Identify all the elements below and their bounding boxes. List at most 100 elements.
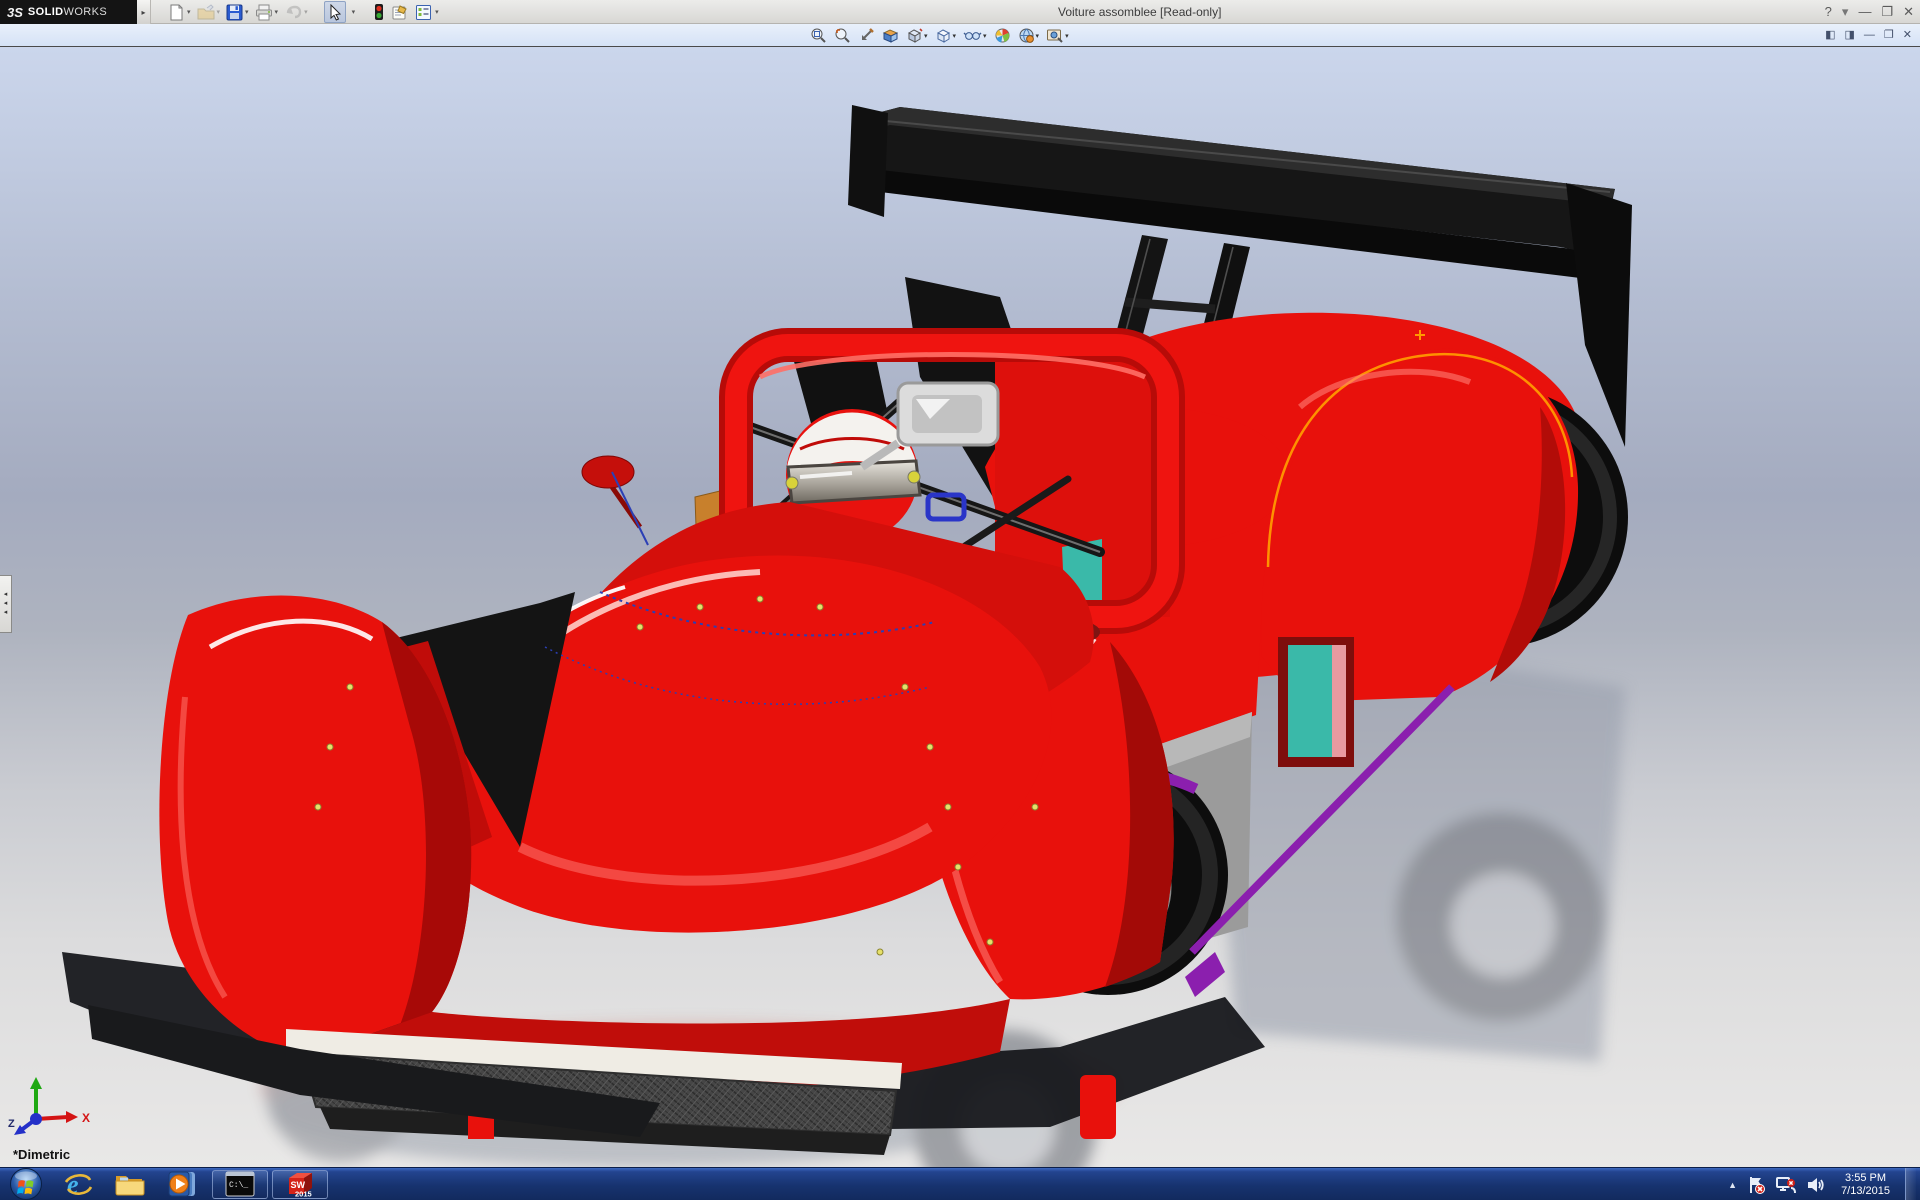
undo-button[interactable]: ▾ — [282, 1, 310, 23]
select-button[interactable] — [324, 1, 346, 23]
doc-close-button[interactable]: ✕ — [1903, 26, 1912, 44]
doc-restore-button[interactable]: ❐ — [1884, 26, 1894, 44]
view-orientation-label: *Dimetric — [13, 1147, 70, 1162]
wing-endplate-right[interactable] — [1566, 183, 1632, 447]
sw-year-badge: 2015 — [295, 1190, 312, 1199]
section-view-button[interactable] — [880, 26, 901, 45]
select-options-caret[interactable]: ▾ — [348, 1, 358, 23]
network-status-icon[interactable] — [1775, 1175, 1797, 1195]
section-view-icon — [882, 27, 899, 44]
taskbar-internet-explorer[interactable]: e — [52, 1168, 104, 1200]
doc-minimize-button[interactable]: — — [1864, 26, 1875, 44]
front-body[interactable] — [159, 502, 1093, 1092]
print-button[interactable]: ▾ — [253, 1, 281, 23]
left-side-mirror[interactable] — [582, 456, 640, 527]
start-button[interactable] — [0, 1168, 52, 1200]
logo-3ds-icon: 3S — [7, 5, 23, 20]
view-settings-caret[interactable]: ▾ — [1065, 32, 1069, 40]
save-button[interactable]: ▾ — [224, 1, 251, 23]
hide-show-caret[interactable]: ▾ — [983, 32, 987, 40]
show-desktop-button[interactable] — [1905, 1168, 1916, 1200]
open-folder-icon — [197, 4, 215, 21]
toolbar-flyout-arrow[interactable]: ▸ — [137, 0, 151, 24]
help-button[interactable]: ? — [1825, 0, 1832, 24]
edit-appearance-button[interactable] — [992, 26, 1013, 45]
graphics-viewport[interactable]: ◂ ◂ ◂ X Z *Dimetric — [0, 47, 1920, 1167]
display-style-caret[interactable]: ▾ — [953, 32, 957, 40]
view-orientation-button[interactable]: ▾ — [904, 26, 930, 45]
splitter-arrow-icon: ◂ — [4, 610, 8, 616]
new-caret[interactable]: ▾ — [187, 8, 191, 16]
undo-caret[interactable]: ▾ — [304, 8, 308, 16]
print-icon — [255, 4, 273, 21]
rebuild-stoplight-button[interactable] — [371, 1, 387, 23]
print-caret[interactable]: ▾ — [275, 8, 279, 16]
collapse-left-button[interactable]: ◧ — [1825, 26, 1835, 44]
side-window-teal — [1288, 645, 1332, 757]
action-center-flag-icon[interactable] — [1746, 1175, 1766, 1195]
window-controls: ? ▾ — ❐ ✕ — [1825, 0, 1914, 24]
volume-icon[interactable] — [1806, 1175, 1826, 1195]
open-caret[interactable]: ▾ — [217, 8, 221, 16]
desktop-screen: 3S SOLIDWORKS ▸ ▾ ▾ ▾ ▾ ▾ — [0, 0, 1920, 1200]
logo-brand-bold: SOLID — [28, 6, 64, 18]
svg-text:SW: SW — [291, 1180, 306, 1190]
display-style-icon — [935, 27, 952, 44]
system-tray: ▲ 3:55 PM 7/13/2015 — [1728, 1168, 1920, 1200]
open-document-button[interactable]: ▾ — [195, 1, 223, 23]
clock-time: 3:55 PM — [1841, 1172, 1890, 1185]
file-properties-icon — [391, 4, 409, 21]
zoom-to-area-icon — [834, 27, 851, 44]
clock-date: 7/13/2015 — [1841, 1185, 1890, 1198]
solidworks-logo: 3S SOLIDWORKS — [0, 0, 137, 24]
taskbar-command-prompt[interactable]: C:\_ — [212, 1170, 268, 1199]
save-caret[interactable]: ▾ — [245, 8, 249, 16]
collapse-right-button[interactable]: ◨ — [1845, 26, 1855, 44]
stoplight-icon — [373, 3, 385, 21]
zoom-to-area-button[interactable] — [832, 26, 853, 45]
car-3d-render[interactable] — [0, 47, 1920, 1167]
body-support-post — [1080, 1075, 1116, 1139]
options-caret[interactable]: ▾ — [435, 8, 439, 16]
solidworks-2015-icon: SW 2015 — [285, 1169, 315, 1199]
windows-start-icon — [9, 1167, 43, 1200]
view-settings-button[interactable]: ▾ — [1044, 26, 1071, 45]
new-document-button[interactable]: ▾ — [166, 1, 193, 23]
main-toolbar: ▾ ▾ ▾ ▾ ▾ ▾ — [166, 0, 441, 24]
taskbar-solidworks[interactable]: SW 2015 — [272, 1170, 328, 1199]
restore-button[interactable]: ❐ — [1881, 0, 1893, 24]
previous-view-button[interactable] — [856, 26, 877, 45]
edit-appearance-icon — [994, 27, 1011, 44]
taskbar-media-player[interactable] — [156, 1168, 208, 1200]
hide-show-items-button[interactable]: ▾ — [961, 26, 989, 45]
feature-panel-splitter[interactable]: ◂ ◂ ◂ — [0, 575, 12, 633]
close-button[interactable]: ✕ — [1903, 0, 1914, 24]
wing-endplate-left[interactable] — [848, 105, 888, 217]
view-toolbar: ▾ ▾ ▾ ▾ ▾ — [808, 25, 1071, 46]
taskbar-windows-explorer[interactable] — [104, 1168, 156, 1200]
taskbar-clock[interactable]: 3:55 PM 7/13/2015 — [1835, 1172, 1896, 1198]
view-orientation-caret[interactable]: ▾ — [924, 32, 928, 40]
folder-icon — [114, 1170, 146, 1198]
cmd-prompt-text: C:\_ — [229, 1181, 248, 1190]
apply-scene-caret[interactable]: ▾ — [1036, 32, 1040, 40]
app-title-bar: 3S SOLIDWORKS ▸ ▾ ▾ ▾ ▾ ▾ — [0, 0, 1920, 24]
logo-brand-light: WORKS — [64, 6, 108, 18]
zoom-to-fit-button[interactable] — [808, 26, 829, 45]
help-caret[interactable]: ▾ — [1842, 0, 1849, 24]
display-style-button[interactable]: ▾ — [933, 26, 959, 45]
apply-scene-icon — [1018, 27, 1035, 44]
previous-view-icon — [858, 27, 875, 44]
splitter-arrow-icon: ◂ — [4, 592, 8, 598]
document-window-controls: ◧ ◨ — ❐ ✕ — [1825, 26, 1912, 44]
window-title: Voiture assomblee [Read-only] — [1058, 0, 1221, 24]
show-hidden-icons-button[interactable]: ▲ — [1728, 1180, 1737, 1190]
file-properties-button[interactable] — [389, 1, 411, 23]
command-prompt-icon: C:\_ — [225, 1171, 255, 1197]
save-floppy-icon — [226, 4, 243, 21]
minimize-button[interactable]: — — [1858, 0, 1871, 24]
new-document-icon — [168, 4, 185, 21]
options-checklist-button[interactable]: ▾ — [413, 1, 441, 23]
apply-scene-button[interactable]: ▾ — [1016, 26, 1042, 45]
select-cursor-icon — [327, 4, 343, 21]
